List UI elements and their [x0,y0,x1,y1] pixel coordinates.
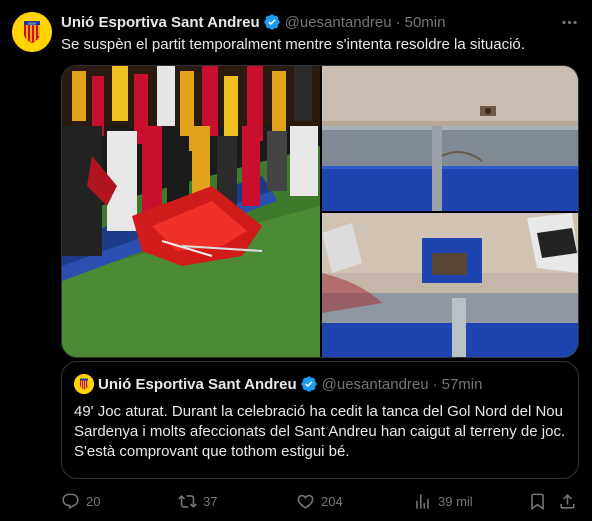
action-bar: 20 37 204 39 mil [61,489,579,513]
more-icon[interactable] [558,12,580,32]
club-crest-logo [74,374,94,394]
author-name[interactable]: Unió Esportiva Sant Andreu [61,14,260,31]
heart-icon [297,494,314,509]
reply-button[interactable]: 20 [61,489,100,513]
verified-badge-icon [263,14,280,30]
tweet-header: Unió Esportiva Sant Andreu @uesantandreu… [61,12,445,32]
share-icon [560,493,575,509]
tweet-time[interactable]: 50min [405,14,446,31]
views-count: 39 mil [438,493,473,509]
bookmark-icon [531,493,544,510]
share-button[interactable] [558,489,583,513]
separator-dot: · [395,13,401,31]
retweet-count: 37 [203,493,218,509]
quoted-author-handle: @uesantandreu [321,375,429,393]
photo-fans-on-pitch[interactable] [62,66,320,358]
quoted-tweet[interactable]: Unió Esportiva Sant Andreu @uesantandreu… [61,361,579,479]
author-handle[interactable]: @uesantandreu [285,14,392,31]
reply-icon [62,493,79,509]
quoted-author-name: Unió Esportiva Sant Andreu [98,375,297,393]
views-button[interactable]: 39 mil [413,489,473,513]
photo-damaged-base[interactable] [322,213,579,358]
reply-count: 20 [86,493,101,509]
quoted-tweet-text: 49' Joc aturat. Durant la celebració ha … [74,403,566,460]
author-avatar[interactable]: UESA [12,12,52,52]
tweet-text: Se suspèn el partit temporalment mentre … [61,36,525,53]
photo-broken-railing[interactable] [322,66,579,211]
quoted-tweet-time: 57min [441,375,483,393]
views-icon [416,493,429,509]
like-count: 204 [321,493,343,509]
quoted-author-avatar [74,374,94,394]
bookmark-button[interactable] [528,489,553,513]
retweet-button[interactable]: 37 [178,489,217,513]
media-grid [61,65,579,358]
club-crest-logo: UESA [12,12,52,52]
verified-badge-icon [300,376,317,392]
retweet-icon [178,494,197,508]
quoted-tweet-header: Unió Esportiva Sant Andreu @uesantandreu… [74,374,482,394]
like-button[interactable]: 204 [296,489,343,513]
svg-text:UESA: UESA [28,21,36,25]
separator-dot: · [432,375,438,393]
